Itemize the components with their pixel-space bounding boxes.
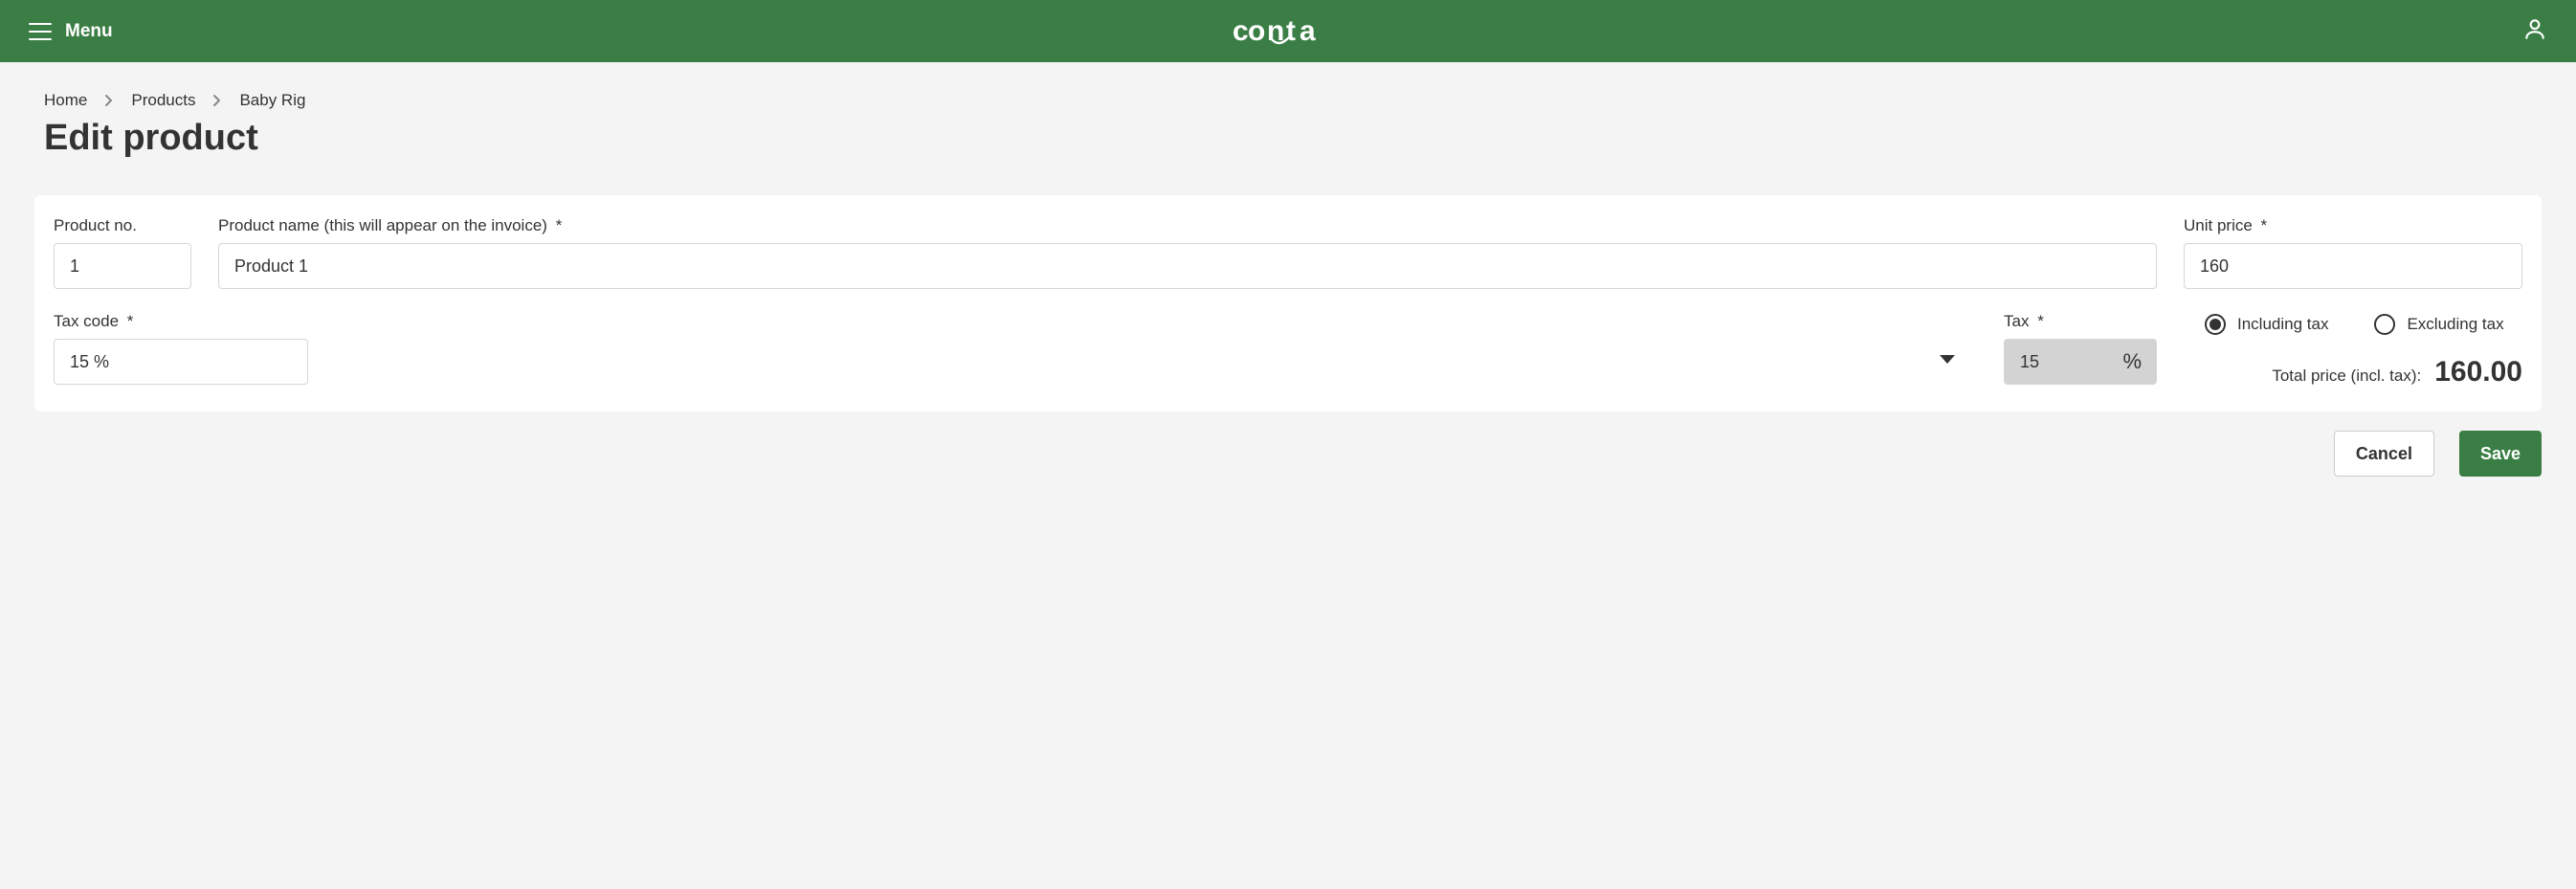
unit-price-label-text: Unit price bbox=[2184, 216, 2253, 234]
save-button[interactable]: Save bbox=[2459, 431, 2542, 477]
page-head: Home Products Baby Rig Edit product bbox=[0, 62, 2576, 168]
breadcrumb: Home Products Baby Rig bbox=[44, 91, 2532, 110]
product-name-field: Product name (this will appear on the in… bbox=[218, 216, 2157, 289]
svg-text:c: c bbox=[1232, 15, 1248, 47]
svg-text:a: a bbox=[1299, 15, 1316, 47]
tax-input-wrap: % bbox=[2004, 339, 2157, 385]
tax-code-label-text: Tax code bbox=[54, 312, 119, 330]
tax-code-label: Tax code * bbox=[54, 312, 1977, 331]
required-asterisk: * bbox=[2037, 312, 2044, 330]
total-price-label: Total price (incl. tax): bbox=[2272, 367, 2421, 386]
row-1: Product no. Product name (this will appe… bbox=[54, 216, 2522, 289]
unit-price-field: Unit price * bbox=[2184, 216, 2522, 289]
menu-button[interactable]: Menu bbox=[29, 21, 113, 42]
tax-label-text: Tax bbox=[2004, 312, 2029, 330]
excluding-tax-radio[interactable]: Excluding tax bbox=[2374, 314, 2503, 335]
cancel-button[interactable]: Cancel bbox=[2334, 431, 2434, 477]
breadcrumb-products[interactable]: Products bbox=[131, 91, 195, 110]
percent-icon: % bbox=[2122, 349, 2142, 374]
product-name-input[interactable] bbox=[218, 243, 2157, 289]
total-price-value: 160.00 bbox=[2434, 356, 2522, 389]
user-icon bbox=[2522, 16, 2547, 41]
required-asterisk: * bbox=[556, 216, 563, 234]
price-summary-column: Including tax Excluding tax Total price … bbox=[2184, 312, 2522, 389]
edit-product-card: Product no. Product name (this will appe… bbox=[34, 195, 2542, 411]
chevron-right-icon bbox=[212, 94, 222, 107]
svg-text:o: o bbox=[1248, 15, 1265, 47]
radio-icon bbox=[2205, 314, 2226, 335]
tax-mode-radio-group: Including tax Excluding tax bbox=[2184, 314, 2522, 335]
including-tax-label: Including tax bbox=[2237, 315, 2328, 334]
menu-label: Menu bbox=[65, 21, 113, 42]
product-no-label: Product no. bbox=[54, 216, 191, 235]
required-asterisk: * bbox=[127, 312, 134, 330]
row-2: Tax code * Tax * % bbox=[54, 312, 2522, 389]
product-no-input[interactable] bbox=[54, 243, 191, 289]
product-name-label-text: Product name (this will appear on the in… bbox=[218, 216, 547, 234]
hamburger-icon bbox=[29, 23, 52, 40]
total-price-row: Total price (incl. tax): 160.00 bbox=[2184, 356, 2522, 389]
unit-price-label: Unit price * bbox=[2184, 216, 2522, 235]
conta-logo-icon: c o n t a bbox=[1232, 15, 1344, 48]
product-name-label: Product name (this will appear on the in… bbox=[218, 216, 2157, 235]
breadcrumb-home[interactable]: Home bbox=[44, 91, 87, 110]
tax-code-select[interactable] bbox=[54, 339, 308, 385]
svg-text:t: t bbox=[1286, 15, 1296, 47]
tax-label: Tax * bbox=[2004, 312, 2157, 331]
page-title: Edit product bbox=[44, 118, 2532, 159]
tax-field: Tax * % bbox=[2004, 312, 2157, 389]
unit-price-input[interactable] bbox=[2184, 243, 2522, 289]
chevron-right-icon bbox=[104, 94, 114, 107]
action-bar: Cancel Save bbox=[0, 411, 2576, 496]
app-header: Menu c o n t a bbox=[0, 0, 2576, 62]
breadcrumb-current: Baby Rig bbox=[239, 91, 305, 110]
chevron-down-icon bbox=[1939, 353, 1956, 370]
including-tax-radio[interactable]: Including tax bbox=[2205, 314, 2328, 335]
required-asterisk: * bbox=[2261, 216, 2268, 234]
radio-icon bbox=[2374, 314, 2395, 335]
brand-logo[interactable]: c o n t a bbox=[1232, 15, 1344, 48]
product-no-field: Product no. bbox=[54, 216, 191, 289]
tax-code-select-wrap bbox=[54, 339, 1977, 385]
tax-code-field: Tax code * bbox=[54, 312, 1977, 389]
user-menu-button[interactable] bbox=[2522, 16, 2547, 46]
excluding-tax-label: Excluding tax bbox=[2407, 315, 2503, 334]
